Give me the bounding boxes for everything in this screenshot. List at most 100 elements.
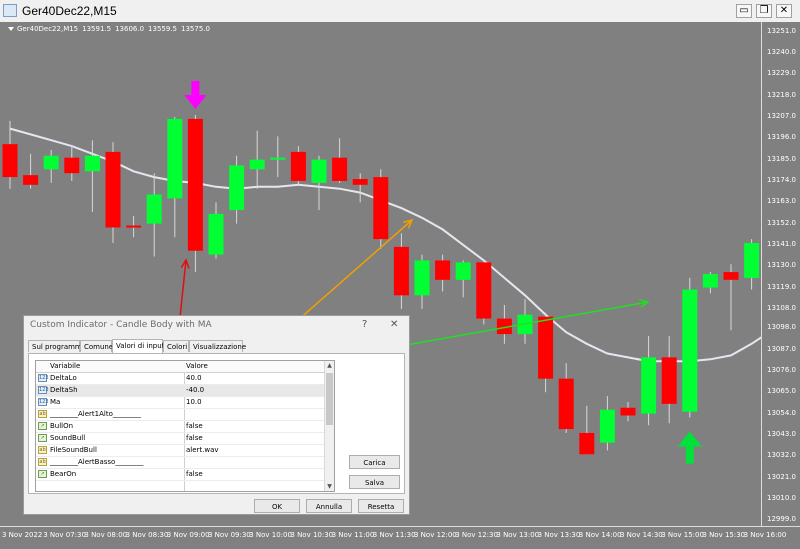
time-axis[interactable]: 3 Nov 2022 3 Nov 07:30 3 Nov 08:00 3 Nov 08… [0, 526, 800, 549]
time-tick-label: 3 Nov 13:00 [496, 531, 540, 539]
param-name: SoundBull [50, 434, 86, 442]
tab-visualization[interactable]: Visualizzazione [189, 340, 246, 352]
time-tick-label: 3 Nov 09:00 [166, 531, 210, 539]
bool-param-icon: ↗ [38, 434, 47, 442]
bear-candle [105, 151, 121, 228]
price-tick-label: 13087.0 [767, 344, 796, 353]
price-tick-label: 13163.0 [767, 197, 796, 206]
buy-arrow-icon [677, 431, 702, 464]
scroll-up-arrow-icon[interactable]: ▲ [325, 361, 334, 370]
minimize-button[interactable]: ▭ [736, 4, 752, 18]
bull-candle [84, 155, 100, 172]
param-row-bearon[interactable]: ↗ BearOn false [36, 469, 326, 481]
ok-button[interactable]: OK [254, 499, 300, 513]
time-tick-label: 3 Nov 15:30 [702, 531, 746, 539]
param-row-bullon[interactable]: ↗ BullOn false [36, 421, 326, 433]
chart-window-icon [3, 4, 17, 17]
window-titlebar[interactable]: Ger40Dec22,M15 ▭ ❐ ✕ [0, 0, 800, 23]
param-value[interactable]: alert.wav [186, 445, 219, 456]
price-tick-label: 13076.0 [767, 365, 796, 374]
text-param-icon: ab [38, 446, 47, 454]
time-tick-label: 3 Nov 11:00 [331, 531, 375, 539]
dialog-help-button[interactable]: ? [362, 319, 367, 330]
param-row-alertbasso[interactable]: ab ________AlertBasso________ [36, 457, 326, 469]
param-value[interactable]: false [186, 469, 203, 480]
price-tick-label: 13207.0 [767, 111, 796, 120]
bull-candle [599, 409, 615, 443]
tab-common[interactable]: Comune [80, 340, 113, 352]
price-tick-label: 13152.0 [767, 218, 796, 227]
bear-candle [661, 357, 677, 404]
bear-candle [579, 432, 595, 455]
header-value: Valore [186, 362, 208, 370]
price-tick-label: 13185.0 [767, 154, 796, 163]
load-button[interactable]: Carica [349, 455, 400, 469]
bear-candle [290, 151, 306, 181]
bull-candle [311, 159, 327, 183]
restore-button[interactable]: ❐ [756, 4, 772, 18]
tab-about[interactable]: Sul programma [28, 340, 86, 352]
param-value[interactable]: false [186, 433, 203, 444]
price-tick-label: 13174.0 [767, 175, 796, 184]
input-values-page: Variabile Valore 123 DeltaLo 40.0 123 De… [28, 353, 405, 494]
bear-candle [476, 262, 492, 319]
price-tick-label: 13240.0 [767, 48, 796, 56]
text-param-icon: ab [38, 458, 47, 466]
save-button[interactable]: Salva [349, 475, 400, 489]
param-value[interactable]: false [186, 421, 203, 432]
bear-candle [352, 179, 368, 185]
bear-candle [126, 225, 142, 228]
bull-candle [702, 274, 718, 288]
param-value[interactable]: 40.0 [186, 373, 202, 384]
price-tick-label: 13196.0 [767, 133, 796, 142]
param-value[interactable]: 10.0 [186, 397, 202, 408]
bool-param-icon: ↗ [38, 470, 47, 478]
numeric-param-icon: 123 [38, 374, 49, 382]
bull-candle [146, 194, 162, 224]
time-tick-label: 3 Nov 11:30 [372, 531, 416, 539]
bull-candle [641, 357, 657, 414]
tab-colors[interactable]: Colori [163, 340, 189, 352]
param-name: DeltaSh [50, 386, 78, 394]
param-name: FileSoundBull [50, 446, 97, 454]
param-value[interactable]: -40.0 [186, 385, 204, 396]
scroll-down-arrow-icon[interactable]: ▼ [325, 482, 334, 491]
param-row-deltash[interactable]: 123 DeltaSh -40.0 [36, 385, 326, 397]
dialog-close-button[interactable]: ✕ [390, 319, 398, 330]
time-tick-label: 3 Nov 15:00 [661, 531, 704, 539]
bear-candle [23, 175, 39, 185]
param-row-filesoundbull[interactable]: ab FileSoundBull alert.wav [36, 445, 326, 457]
scrollbar-thumb[interactable] [326, 373, 333, 425]
bull-candle [208, 213, 224, 255]
price-tick-label: 13108.0 [767, 303, 796, 312]
bear-candle [393, 246, 409, 296]
grid-scrollbar[interactable]: ▲ ▼ [324, 361, 334, 491]
time-tick-label: 3 Nov 08:00 [84, 531, 128, 539]
ohlc-symbol: Ger40Dec22,M15 [17, 25, 79, 33]
ohlc-open: 13591.5 [82, 25, 112, 33]
param-row-soundbull[interactable]: ↗ SoundBull false [36, 433, 326, 445]
bear-candle [64, 157, 80, 174]
text-param-icon: ab [38, 410, 47, 418]
reset-button[interactable]: Resetta [358, 499, 404, 513]
param-row-alert1alto[interactable]: ab ________Alert1Alto________ [36, 409, 326, 421]
dialog-title: Custom Indicator - Candle Body with MA [30, 320, 212, 330]
custom-indicator-dialog: Custom Indicator - Candle Body with MA ?… [23, 315, 410, 515]
ohlc-low: 13559.5 [148, 25, 177, 33]
collapse-triangle-icon[interactable] [8, 27, 14, 31]
price-tick-label: 13032.0 [767, 451, 796, 460]
close-button[interactable]: ✕ [776, 4, 792, 18]
param-row-ma[interactable]: 123 Ma 10.0 [36, 397, 326, 409]
price-tick-label: 13054.0 [767, 408, 796, 417]
time-tick-label: 3 Nov 07:30 [43, 531, 86, 539]
param-name: Ma [50, 398, 61, 406]
price-axis[interactable]: 13251.0 13240.0 13229.0 13218.0 13207.0 13196… [761, 22, 800, 526]
param-name: BullOn [50, 422, 74, 430]
bear-candle [620, 407, 636, 416]
tab-input-values[interactable]: Valori di input [112, 339, 164, 353]
time-tick-label: 3 Nov 13:30 [537, 531, 581, 539]
param-row-deltalo[interactable]: 123 DeltaLo 40.0 [36, 373, 326, 385]
cancel-button[interactable]: Annulla [306, 499, 352, 513]
time-tick-label: 3 Nov 12:30 [455, 531, 498, 539]
bull-candle [744, 242, 760, 278]
